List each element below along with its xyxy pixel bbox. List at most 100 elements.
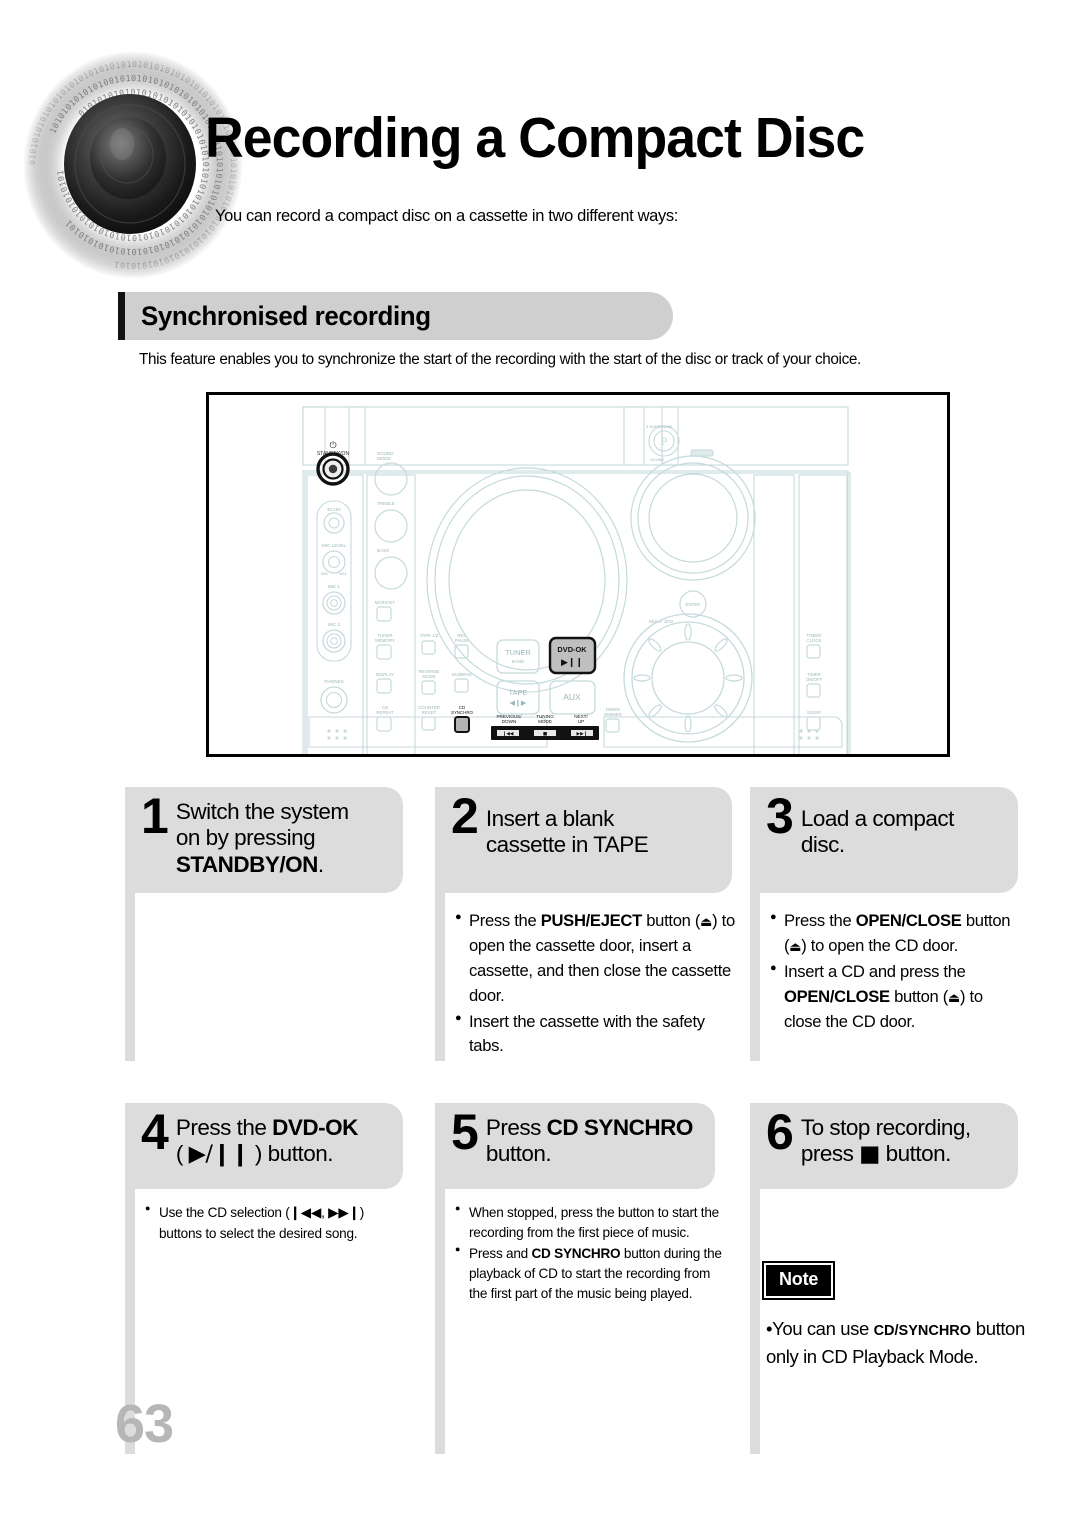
page-number: 63: [115, 1394, 174, 1454]
svg-text:MIC LEVEL: MIC LEVEL: [322, 543, 346, 548]
step-1-heading: Switch the system on by pressing STANDBY…: [176, 796, 349, 878]
svg-text:BAND: BAND: [512, 659, 524, 664]
s2b1c: button (: [641, 911, 701, 930]
step-6-number: 6: [766, 1104, 794, 1160]
section-header: Synchronised recording: [118, 292, 673, 340]
svg-text:SLEEP: SLEEP: [807, 710, 821, 715]
step-5-heading: Press CD SYNCHRO button.: [485, 1112, 694, 1168]
step-2-heading-line2: cassette in TAPE: [485, 832, 649, 858]
step-5-number: 5: [451, 1104, 479, 1160]
s3b1a: Press the: [784, 911, 856, 930]
step-3-bullet-2: Insert a CD and press the OPEN/CLOSE but…: [770, 960, 1020, 1035]
step-2-header: 2 Insert a blank cassette in TAPE: [435, 787, 732, 893]
s2b1b: PUSH/EJECT: [540, 911, 643, 930]
note-label: Note: [761, 1261, 836, 1300]
step-3-header: 3 Load a compact disc.: [750, 787, 1018, 893]
s2b2: Insert the cassette with the safety tabs…: [469, 1011, 705, 1056]
step-5-rail: [435, 1189, 445, 1454]
step-1-header: 1 Switch the system on by pressing STAND…: [125, 787, 403, 893]
svg-text:AUX: AUX: [563, 692, 581, 702]
note-body: •You can use CD/SYNCHRO button only in C…: [766, 1315, 1051, 1371]
svg-text:MAX: MAX: [339, 572, 347, 576]
note-callout: Note •You can use CD/SYNCHRO button only…: [761, 1261, 1025, 1367]
svg-text:ENTER: ENTER: [686, 602, 701, 607]
svg-text:TREBLE: TREBLE: [377, 501, 395, 506]
eject-icon: ⏏: [789, 939, 802, 955]
s6l2a: press: [800, 1141, 860, 1167]
svg-text:MO/HOST: MO/HOST: [375, 600, 396, 605]
s3b2c: button (: [889, 986, 948, 1006]
step-5-bullet-2: Press and CD SYNCHRO button during the p…: [455, 1243, 727, 1304]
step-4-heading-line1: Press the: [175, 1115, 273, 1140]
step-5-heading-line1: Press: [485, 1115, 547, 1140]
next-track-icon: ▶▶❙: [328, 1205, 360, 1221]
svg-text:MEMORY: MEMORY: [375, 638, 395, 643]
prev-track-icon: ❙◀◀: [289, 1205, 322, 1221]
svg-text:CLOCK: CLOCK: [806, 638, 821, 643]
s3b2a: Insert a CD and press the: [784, 961, 966, 981]
step-1-heading-line2: on by pressing: [175, 825, 316, 851]
step-2-bullet-1: Press the PUSH/EJECT button (⏏) to open …: [455, 909, 735, 1009]
eject-icon: ⏏: [948, 990, 960, 1006]
svg-text:PAUSE: PAUSE: [455, 638, 470, 643]
step-card-5: 5 Press CD SYNCHRO button. When stopped,…: [435, 1103, 722, 1454]
svg-text:DISPLAY: DISPLAY: [376, 672, 394, 677]
cd-synchro-button-highlight: CD SYNCHRO: [451, 705, 474, 733]
step-6-heading-line1: To stop recording,: [800, 1115, 971, 1140]
step-1-heading-line1: Switch the system: [175, 799, 349, 824]
step-4-heading-bold: DVD-OK: [272, 1115, 358, 1140]
svg-text:TAPE: TAPE: [508, 688, 527, 697]
svg-text:UP: UP: [578, 719, 584, 724]
step-6-heading: To stop recording, press ■ button.: [801, 1112, 971, 1168]
step-card-2: 2 Insert a blank cassette in TAPE Press …: [435, 787, 735, 1061]
front-panel-diagram: STANDBY/ON ⏻ ECHO MIC LEVEL MIN MAX MIC …: [206, 392, 950, 757]
step-4-heading: Press the DVD-OK ( ▶/❙❙ ) button.: [175, 1112, 359, 1168]
step-1-heading-bold: STANDBY/ON: [175, 851, 319, 877]
eject-icon: ⏏: [700, 915, 713, 930]
svg-text:DOWN: DOWN: [502, 719, 517, 724]
standby-on-control: STANDBY/ON ⏻: [316, 440, 350, 486]
step-card-4: 4 Press the DVD-OK ( ▶/❙❙ ) button. Use …: [125, 1103, 403, 1454]
page-title: Recording a Compact Disc: [205, 106, 865, 170]
svg-text:SOUND: SOUND: [650, 457, 665, 462]
svg-text:REPEAT: REPEAT: [376, 710, 394, 715]
stop-icon: ■: [859, 1141, 880, 1168]
s4b1a: Use the CD selection (: [159, 1205, 290, 1220]
step-3-number: 3: [766, 788, 794, 844]
svg-text:3 SURROUND: 3 SURROUND: [646, 424, 673, 429]
svg-text:ECHO: ECHO: [327, 507, 341, 512]
note-text-b: CD/SYNCHRO: [873, 1323, 972, 1339]
step-3-body: Press the OPEN/CLOSE button (⏏) to open …: [770, 909, 1020, 1035]
s5b2a: Press and: [469, 1245, 532, 1261]
step-3-rail: [750, 893, 760, 1061]
s5b1: When stopped, press the button to start …: [469, 1205, 719, 1240]
section-accent-tab: [118, 292, 125, 340]
step-2-rail: [435, 893, 445, 1061]
step-6-rail: [750, 1189, 760, 1454]
svg-text:RESET: RESET: [422, 710, 437, 715]
dvd-ok-button-highlight: DVD-OK ▶❙❙: [548, 636, 597, 675]
step-4-number: 4: [141, 1104, 169, 1160]
step-2-body: Press the PUSH/EJECT button (⏏) to open …: [455, 909, 735, 1060]
step-card-6: 6 To stop recording, press ■ button.: [750, 1103, 1018, 1454]
play-pause-icon: ▶/❙❙: [188, 1141, 250, 1168]
svg-text:TAPE 1/2: TAPE 1/2: [420, 633, 439, 638]
svg-text:MIN: MIN: [321, 572, 328, 576]
step-5-header: 5 Press CD SYNCHRO button.: [435, 1103, 715, 1189]
svg-text:P: P: [661, 434, 668, 448]
step-3-heading-line2: disc.: [800, 832, 845, 858]
step-3-bullet-1: Press the OPEN/CLOSE button (⏏) to open …: [770, 909, 1020, 959]
step-4-heading-line2: ( ▶/❙❙ ) button.: [175, 1141, 334, 1168]
step-2-heading: Insert a blank cassette in TAPE: [486, 796, 649, 859]
step-1-rail: [125, 893, 135, 1061]
svg-text:▶❙❙: ▶❙❙: [561, 658, 583, 668]
svg-text:DUBBING: DUBBING: [452, 672, 473, 677]
intro-paragraph: You can record a compact disc on a casse…: [215, 207, 678, 225]
svg-text:■: ■: [543, 732, 547, 737]
s4l2: ) button.: [254, 1141, 334, 1167]
svg-text:SYNCHRO: SYNCHRO: [451, 710, 474, 715]
section-description: This feature enables you to synchronize …: [139, 351, 861, 368]
step-2-number: 2: [451, 788, 479, 844]
svg-text:MIC 1: MIC 1: [328, 584, 341, 589]
step-2-heading-line1: Insert a blank: [485, 806, 615, 831]
